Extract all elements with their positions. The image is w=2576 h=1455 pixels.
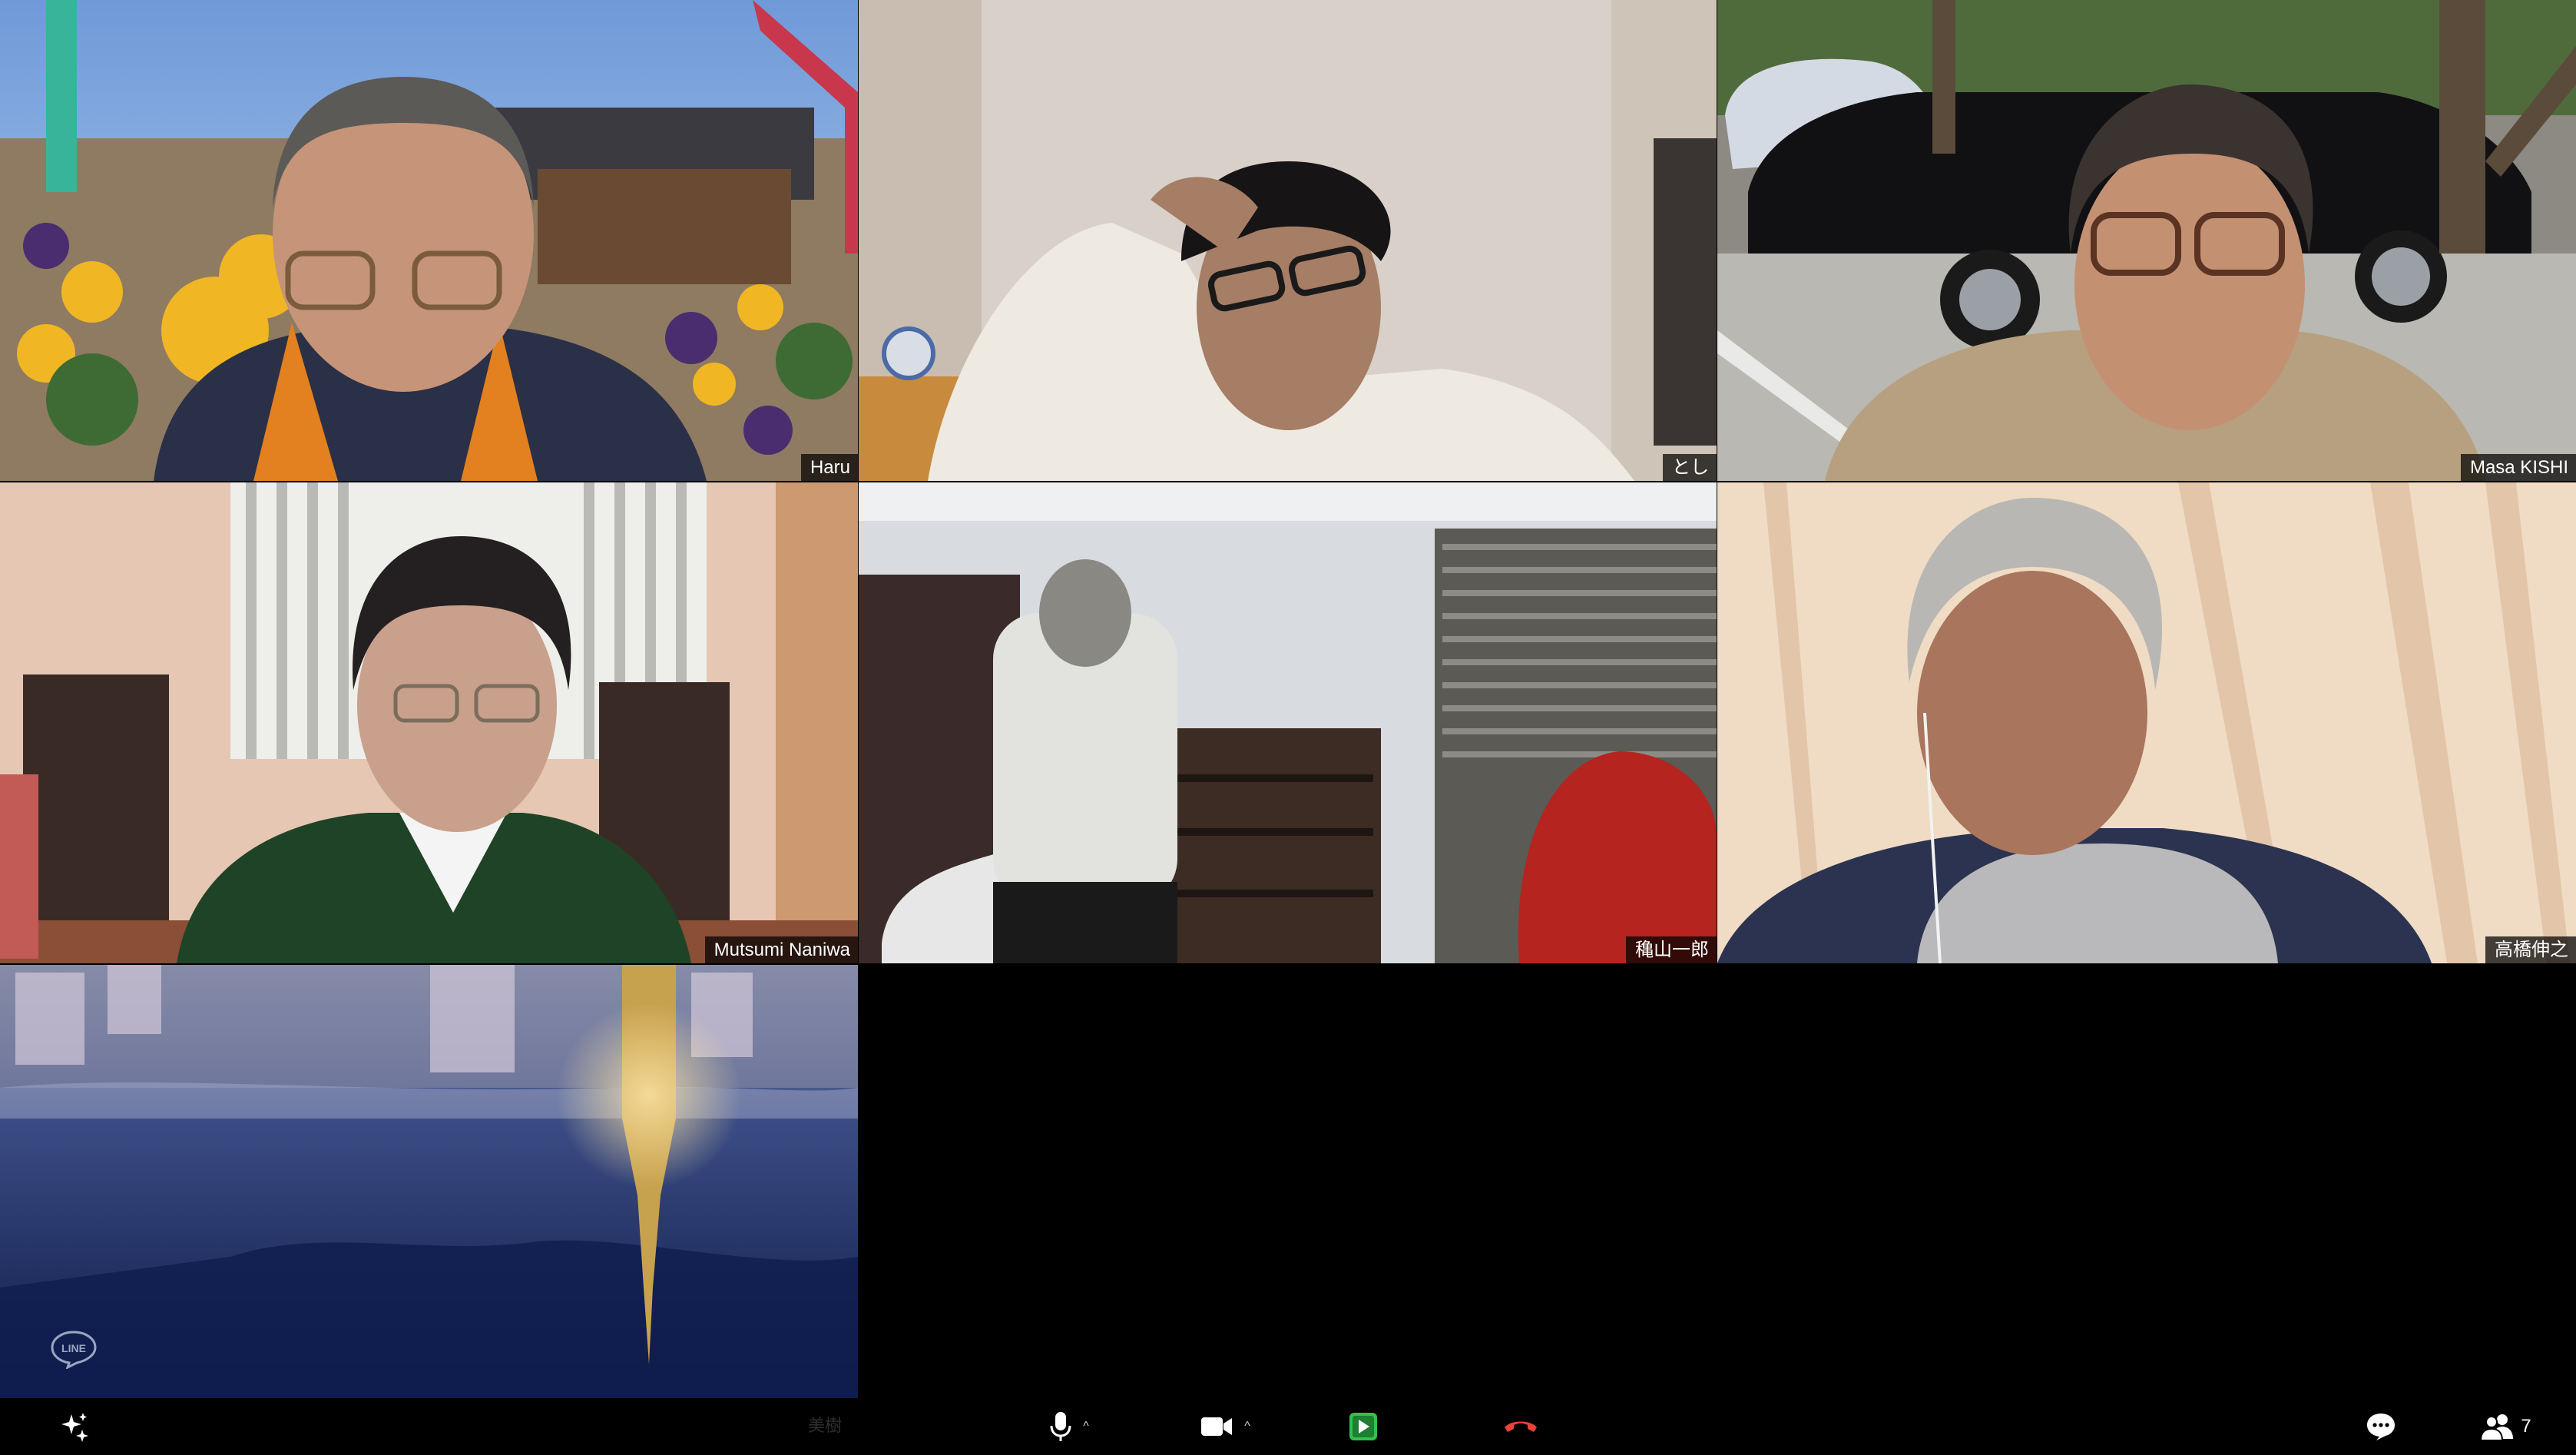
svg-text:LINE: LINE xyxy=(61,1342,86,1354)
video-tile-takahashi-nobuyuki[interactable]: 高橋伸之 xyxy=(1717,482,2576,963)
video-feed xyxy=(859,0,1717,481)
meeting-toolbar: 美樹 ^ ^ 7 xyxy=(0,1398,2576,1455)
video-tile-toshi[interactable]: とし xyxy=(859,0,1717,481)
participant-name: Haru xyxy=(800,454,858,481)
video-feed xyxy=(0,965,858,1398)
participant-name: Masa KISHI xyxy=(2460,454,2576,481)
participant-name: 穐山一郎 xyxy=(1626,936,1717,963)
video-tile-line-participant[interactable]: LINE xyxy=(0,965,858,1398)
video-feed xyxy=(1717,0,2576,481)
chat-button[interactable] xyxy=(2362,1398,2400,1455)
chat-icon xyxy=(2367,1414,2395,1440)
video-feed xyxy=(0,0,858,481)
chevron-up-icon[interactable]: ^ xyxy=(1244,1420,1250,1433)
line-logo-icon: LINE xyxy=(51,1331,97,1369)
end-call-icon xyxy=(1505,1421,1537,1432)
video-camera-icon xyxy=(1201,1417,1233,1436)
effects-button[interactable] xyxy=(54,1398,95,1455)
video-feed xyxy=(0,482,858,963)
video-feed xyxy=(859,482,1717,963)
self-view-name: 美樹 xyxy=(808,1417,843,1436)
microphone-icon xyxy=(1050,1412,1071,1441)
video-grid: Haru とし Masa KISHI Mutsumi Naniwa 穐山一郎 高… xyxy=(0,0,2576,1398)
video-feed xyxy=(1717,482,2576,963)
participant-count: 7 xyxy=(2521,1416,2531,1437)
meeting-window: Haru とし Masa KISHI Mutsumi Naniwa 穐山一郎 高… xyxy=(0,0,2576,1455)
chevron-up-icon[interactable]: ^ xyxy=(1083,1420,1089,1433)
participant-name: とし xyxy=(1663,454,1717,481)
microphone-button[interactable]: ^ xyxy=(1038,1398,1100,1455)
participant-name: 高橋伸之 xyxy=(2485,936,2576,963)
participant-name: Mutsumi Naniwa xyxy=(704,936,858,963)
video-tile-masa-kishi[interactable]: Masa KISHI xyxy=(1717,0,2576,481)
video-tile-mutsumi-naniwa[interactable]: Mutsumi Naniwa xyxy=(0,482,858,963)
share-screen-button[interactable] xyxy=(1344,1398,1382,1455)
video-tile-haru[interactable]: Haru xyxy=(0,0,858,481)
video-button[interactable]: ^ xyxy=(1190,1398,1260,1455)
leave-meeting-button[interactable] xyxy=(1498,1398,1544,1455)
participants-button[interactable]: 7 xyxy=(2475,1398,2536,1455)
share-screen-icon xyxy=(1349,1413,1377,1440)
sparkle-icon xyxy=(61,1413,88,1442)
participants-icon xyxy=(2480,1414,2514,1440)
video-tile-akiyama-ichiro[interactable]: 穐山一郎 xyxy=(859,482,1717,963)
